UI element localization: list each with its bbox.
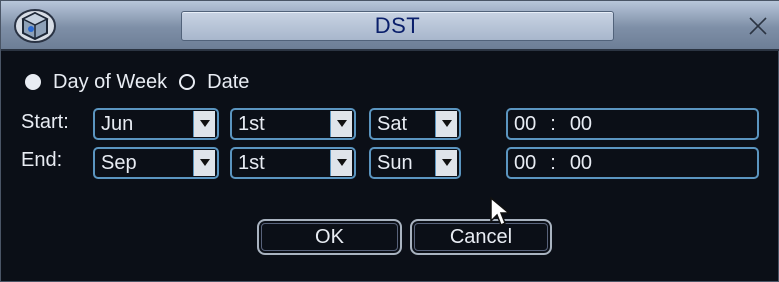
start-week-value: 1st bbox=[238, 112, 265, 135]
end-week-value: 1st bbox=[238, 151, 265, 174]
radio-date-label[interactable]: Date bbox=[207, 71, 249, 94]
end-day-select[interactable]: Sun bbox=[369, 147, 461, 179]
start-hour[interactable]: 00 bbox=[514, 113, 536, 136]
start-day-value: Sat bbox=[377, 112, 408, 135]
title-plate: DST bbox=[181, 11, 614, 41]
start-month-value: Jun bbox=[101, 112, 134, 135]
chevron-down-icon bbox=[330, 111, 352, 137]
cancel-button[interactable]: Cancel bbox=[410, 219, 552, 255]
start-day-select[interactable]: Sat bbox=[369, 108, 461, 140]
chevron-down-icon bbox=[435, 111, 457, 137]
start-label: Start: bbox=[21, 111, 69, 133]
radio-day-of-week-label[interactable]: Day of Week bbox=[53, 71, 167, 94]
cube-logo-icon bbox=[11, 7, 59, 45]
close-icon bbox=[749, 17, 767, 35]
time-separator: : bbox=[550, 112, 556, 135]
start-month-select[interactable]: Jun bbox=[93, 108, 219, 140]
end-label: End: bbox=[21, 149, 63, 171]
chevron-down-icon bbox=[330, 150, 352, 176]
chevron-down-icon bbox=[193, 150, 215, 176]
title-bar: DST bbox=[1, 1, 779, 51]
close-button[interactable] bbox=[740, 11, 776, 41]
dst-dialog: DST Day of Week Date Start: Jun 1st Sat bbox=[0, 0, 779, 282]
dst-mode-group: Day of Week Date bbox=[25, 69, 261, 95]
start-time-input[interactable]: 00 : 00 bbox=[506, 108, 759, 140]
chevron-down-icon bbox=[193, 111, 215, 137]
radio-day-of-week[interactable] bbox=[25, 74, 41, 90]
chevron-down-icon bbox=[435, 150, 457, 176]
time-separator: : bbox=[550, 151, 556, 174]
end-month-select[interactable]: Sep bbox=[93, 147, 219, 179]
radio-date[interactable] bbox=[179, 74, 196, 90]
end-month-value: Sep bbox=[101, 151, 137, 174]
end-time-input[interactable]: 00 : 00 bbox=[506, 147, 759, 179]
end-hour[interactable]: 00 bbox=[514, 152, 536, 175]
dialog-title: DST bbox=[374, 13, 421, 38]
start-minute[interactable]: 00 bbox=[570, 113, 592, 136]
start-week-select[interactable]: 1st bbox=[230, 108, 356, 140]
ok-button[interactable]: OK bbox=[257, 219, 402, 255]
mouse-pointer-icon bbox=[489, 196, 513, 229]
end-day-value: Sun bbox=[377, 151, 413, 174]
end-week-select[interactable]: 1st bbox=[230, 147, 356, 179]
end-minute[interactable]: 00 bbox=[570, 152, 592, 175]
